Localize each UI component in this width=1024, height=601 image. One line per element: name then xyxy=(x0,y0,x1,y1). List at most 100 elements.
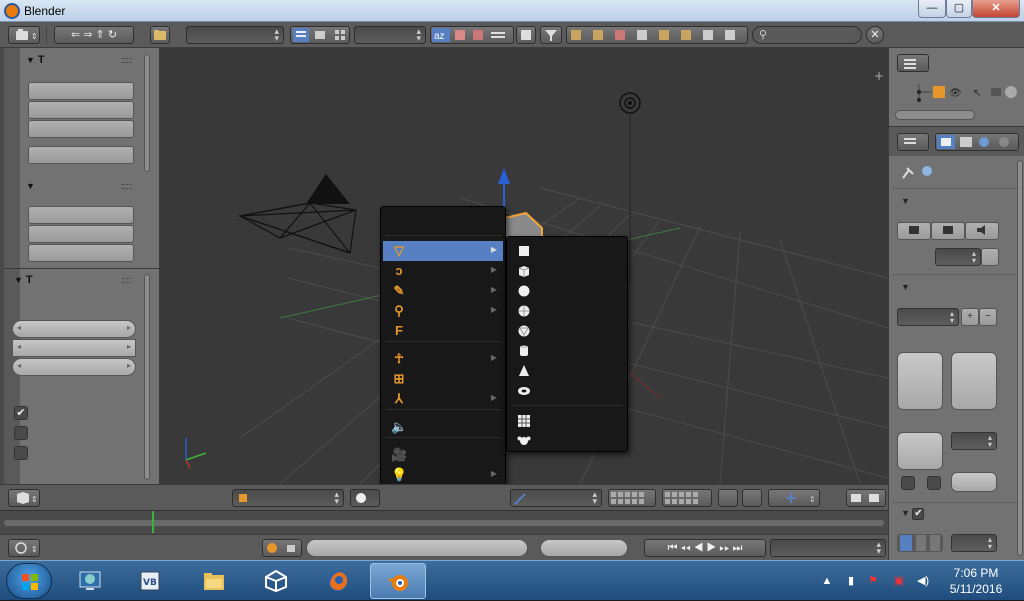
type-filter-buttons[interactable] xyxy=(566,26,748,44)
back-icon[interactable]: ⇐ xyxy=(71,29,80,41)
mesh-item-cube[interactable] xyxy=(511,261,625,281)
maximize-button[interactable]: ▢ xyxy=(946,0,972,18)
taskbar-app-firefox[interactable] xyxy=(310,563,366,599)
folder-button[interactable] xyxy=(150,26,170,44)
lock-layers-button[interactable] xyxy=(718,489,738,507)
option-checkbox[interactable]: ✔ xyxy=(14,406,28,420)
option-checkbox[interactable] xyxy=(14,426,28,440)
view-nav-buttons[interactable]: ⇐ ⇒ ⇑ ↻ xyxy=(54,26,134,44)
manipulator-buttons[interactable]: ⇕ xyxy=(768,489,820,507)
jump-end-icon[interactable]: ⏭ xyxy=(732,542,742,554)
remove-preset-button[interactable]: − xyxy=(979,308,997,326)
display-mode-buttons[interactable] xyxy=(290,26,350,44)
mesh-item-torus[interactable] xyxy=(511,381,625,401)
search-input[interactable]: ⚲ xyxy=(752,26,862,44)
render-preview-button[interactable] xyxy=(742,489,762,507)
mesh-item-grid[interactable] xyxy=(511,411,625,431)
display-options-button[interactable] xyxy=(981,248,999,266)
editor-type-properties[interactable] xyxy=(897,133,929,151)
aa-samples-buttons[interactable] xyxy=(897,534,943,552)
filter-select[interactable]: ▴ ▾ xyxy=(951,534,997,552)
parent-icon[interactable]: ⇑ xyxy=(96,29,105,41)
show-hidden-icons-icon[interactable]: ▲ xyxy=(820,574,834,588)
tool-button[interactable] xyxy=(28,82,134,100)
editor-type-selector[interactable]: ⇕ xyxy=(8,26,40,44)
mesh-item-monkey[interactable] xyxy=(511,431,625,451)
pin-icon[interactable] xyxy=(899,164,939,180)
mesh-item-uv-sphere[interactable] xyxy=(511,301,625,321)
clear-search-button[interactable]: ✕ xyxy=(866,26,884,44)
add-preset-button[interactable]: + xyxy=(961,308,979,326)
close-window-button[interactable]: ✕ xyxy=(972,0,1020,18)
add-menu-item-surface[interactable]: ✎ ▶ xyxy=(383,281,503,301)
crop-checkbox[interactable] xyxy=(927,476,941,490)
jump-start-icon[interactable]: ⏮ xyxy=(668,542,678,554)
tool-button[interactable] xyxy=(28,146,134,164)
aspect-fields[interactable] xyxy=(897,432,943,470)
layers-grid-1[interactable] xyxy=(608,489,656,507)
panel-grip[interactable] xyxy=(122,58,132,63)
antialiasing-panel-toggle[interactable]: ▼ ✔ xyxy=(901,508,925,520)
operator-scrollbar[interactable] xyxy=(144,274,150,480)
next-key-icon[interactable]: ▸▸ xyxy=(719,542,729,554)
taskbar-clock[interactable]: 7:06 PM 5/11/2016 xyxy=(938,565,1014,597)
taskbar-app-unity[interactable] xyxy=(248,563,304,599)
value-slider[interactable]: ◂ ▸ xyxy=(12,339,136,357)
panel-grip[interactable] xyxy=(122,184,132,189)
forward-icon[interactable]: ⇒ xyxy=(83,29,92,41)
tools-panel-header[interactable]: ▼ T xyxy=(26,54,45,70)
keying-set-buttons[interactable] xyxy=(262,539,302,557)
tool-button[interactable] xyxy=(28,244,134,262)
value-slider[interactable]: ◂ ▸ xyxy=(12,358,136,376)
operator-panel-header[interactable]: ▼ T xyxy=(14,274,33,290)
properties-scrollbar[interactable] xyxy=(1017,160,1023,556)
add-menu-item-armature[interactable]: ☥ ▶ xyxy=(383,349,503,369)
battery-icon[interactable]: ▮ xyxy=(844,574,858,588)
editor-type-timeline[interactable]: ⇕ xyxy=(8,539,40,557)
option-checkbox[interactable] xyxy=(14,446,28,460)
display-select[interactable]: ▴ ▾ xyxy=(935,248,981,266)
add-menu-item-speaker[interactable]: 🔈 xyxy=(383,417,503,437)
current-frame-marker[interactable] xyxy=(152,511,154,533)
hidden-toggle[interactable] xyxy=(516,26,536,44)
current-frame-field[interactable] xyxy=(540,539,628,557)
start-button[interactable] xyxy=(6,563,52,599)
add-menu-item-lamp[interactable]: 💡 ▶ xyxy=(383,465,503,485)
edit-panel-header[interactable]: ▼ xyxy=(26,180,38,196)
editor-type-outliner[interactable] xyxy=(897,54,929,72)
playback-controls[interactable]: ⏮ ◂◂ ◀ ▶ ▸▸ ⏭ xyxy=(644,539,766,557)
mesh-item-cylinder[interactable] xyxy=(511,341,625,361)
time-remap-fields[interactable] xyxy=(951,472,997,492)
add-menu-item-mesh[interactable]: ▽ ▶ xyxy=(383,241,503,261)
tool-button[interactable] xyxy=(28,206,134,224)
render-buttons[interactable] xyxy=(846,489,886,507)
border-checkbox[interactable] xyxy=(901,476,915,490)
editor-type-3d-view[interactable]: ⇕ xyxy=(8,489,40,507)
mesh-item-plane[interactable] xyxy=(511,241,625,261)
filter-button[interactable] xyxy=(540,26,562,44)
action-center-flag-icon[interactable]: ⚑ xyxy=(866,574,880,588)
outliner[interactable]: 👁 ↖ xyxy=(888,48,1024,126)
prev-key-icon[interactable]: ◂◂ xyxy=(681,542,691,554)
preset-select[interactable]: ▴ ▾ xyxy=(897,308,959,326)
network-disconnected-icon[interactable]: ▣ xyxy=(892,574,906,588)
pivot-select[interactable]: ▴ ▾ xyxy=(510,489,602,507)
render-panel-toggle[interactable]: ▼ xyxy=(901,196,910,206)
properties-context-tabs[interactable] xyxy=(935,133,1019,151)
audio-button[interactable] xyxy=(965,222,999,240)
timeline-editor[interactable] xyxy=(0,510,888,534)
taskbar-app-file-explorer[interactable] xyxy=(186,563,242,599)
scene-field[interactable]: ▴ ▾ xyxy=(186,26,284,44)
volume-icon[interactable]: ◀) xyxy=(916,574,930,588)
minimize-button[interactable]: — xyxy=(918,0,946,18)
add-menu-item-curve[interactable]: ↄ ▶ xyxy=(383,261,503,281)
shading-select[interactable] xyxy=(350,489,380,507)
add-menu-item-metaball[interactable]: ⚲ ▶ xyxy=(383,301,503,321)
resolution-fields[interactable] xyxy=(897,352,943,410)
add-menu-item-text[interactable]: F xyxy=(383,321,503,341)
panel-grip[interactable] xyxy=(122,278,132,283)
render-engine-field[interactable]: ▴ ▾ xyxy=(354,26,426,44)
mesh-item-cone[interactable] xyxy=(511,361,625,381)
taskbar-app-visual-basic[interactable]: VB xyxy=(122,563,178,599)
frame-rate-select[interactable]: ▴ ▾ xyxy=(951,432,997,450)
